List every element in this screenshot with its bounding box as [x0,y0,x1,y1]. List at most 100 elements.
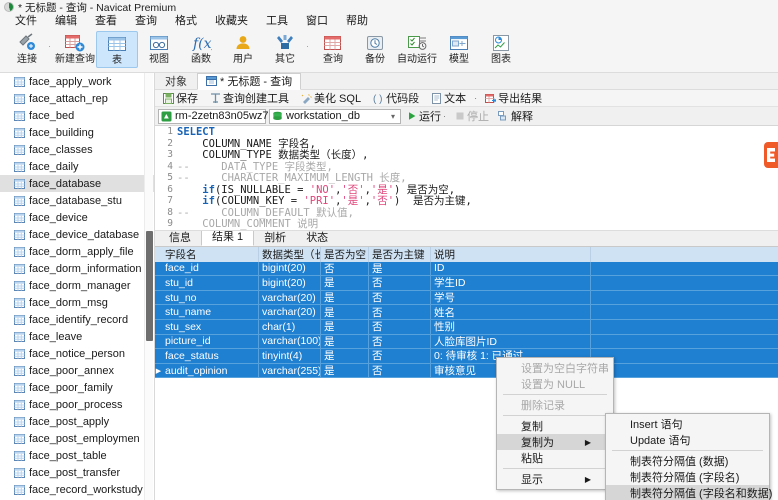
menu-item-1[interactable]: 编辑 [46,14,86,29]
toolbar-button-视图[interactable]: 视图 [138,31,180,66]
tree-item-face_leave[interactable]: face_leave [0,328,154,345]
connection-select[interactable]: rm-2zetn83n05wz7i ▾ [158,108,281,124]
feedback-tab-icon[interactable] [764,142,778,168]
grid-cell[interactable]: 是 [321,305,369,319]
query-toolbar-查询创建工具[interactable]: 查询创建工具 [206,90,293,106]
result-tab-结果 1[interactable]: 结果 1 [201,229,255,246]
result-grid[interactable]: 字段名数据类型（长.是否为空是否为主键说明 face_idbigint(20)否… [155,247,778,379]
grid-cell[interactable]: face_id [162,261,259,276]
query-toolbar-美化 SQL[interactable]: 美化 SQL [297,90,365,106]
grid-cell[interactable]: bigint(20) [259,276,321,290]
grid-cell[interactable]: ID [431,261,591,276]
table-row[interactable]: stu_name varchar(20) 是否姓名 [155,305,778,320]
menu-item-8[interactable]: 帮助 [337,14,377,29]
grid-cell[interactable]: stu_name [162,305,259,319]
tree-item-face_attach_rep[interactable]: face_attach_rep [0,90,154,107]
menu-item-2[interactable]: 查看 [86,14,126,29]
database-select[interactable]: workstation_db ▾ [269,108,401,124]
toolbar-button-自动运行[interactable]: 自动运行 [396,31,438,66]
tree-item-face_daily[interactable]: face_daily [0,158,154,175]
query-toolbar-导出结果[interactable]: 导出结果 [481,90,546,106]
menu-item-7[interactable]: 窗口 [297,14,337,29]
grid-cell[interactable]: 否 [369,290,431,305]
tree-item-face_poor_annex[interactable]: face_poor_annex [0,362,154,379]
tree-item-face_dorm_msg[interactable]: face_dorm_msg [0,294,154,311]
menu-item-0[interactable]: 文件 [6,14,46,29]
grid-cell[interactable]: 学号 [431,290,591,305]
editor-line-text[interactable]: COLUMN_COMMENT 说明 [177,216,318,230]
grid-cell[interactable]: face_status [162,349,259,363]
grid-cell[interactable]: stu_id [162,276,259,290]
table-row[interactable]: face_status tinyint(4) 是否 0: 待审核 1: 已通过 [155,349,778,364]
grid-column-header[interactable]: 说明 [431,247,591,262]
tree-item-face_apply_work[interactable]: face_apply_work [0,73,154,90]
toolbar-button-其它[interactable]: 其它 [264,31,306,66]
query-toolbar-保存[interactable]: 保存 [159,90,202,106]
result-tab-状态[interactable]: 状态 [296,231,338,246]
toolbar-button-函数[interactable]: f(x) 函数 [180,31,222,66]
grid-cell[interactable]: 否 [369,305,431,319]
grid-cell[interactable]: 否 [369,319,431,334]
query-toolbar-文本[interactable]: 文本 [427,90,470,106]
grid-cell[interactable]: 否 [369,276,431,290]
tree-item-face_bed[interactable]: face_bed [0,107,154,124]
tree-item-face_notice_person[interactable]: face_notice_person [0,345,154,362]
grid-cell[interactable]: 学生ID [431,276,591,290]
tree-item-face_building[interactable]: face_building [0,124,154,141]
grid-cell[interactable]: 人脸库图片ID [431,334,591,349]
grid-cell[interactable]: 是 [321,363,369,378]
grid-cell[interactable]: varchar(255) [259,363,321,378]
tree-item-face_dorm_apply_file[interactable]: face_dorm_apply_file [0,243,154,260]
grid-column-header[interactable]: 字段名 [162,247,259,262]
grid-cell[interactable]: char(1) [259,319,321,334]
grid-cell[interactable]: 是 [321,319,369,334]
tree-item-face_database_stu[interactable]: face_database_stu [0,192,154,209]
table-row[interactable]: ▶ audit_opinion varchar(255) 是否审核意见 [155,363,778,379]
sidebar-scrollbar-thumb[interactable] [146,231,153,341]
query-tab[interactable]: * 无标题 - 查询 [197,73,302,90]
grid-cell[interactable]: 否 [369,349,431,363]
tree-item-face_device[interactable]: face_device [0,209,154,226]
sidebar-scrollbar[interactable] [144,73,153,500]
context-menu-item-9[interactable]: 显示 ▶ [497,471,613,487]
table-row[interactable]: stu_no varchar(20) 是否学号 [155,290,778,306]
explain-button[interactable]: 解释 [495,108,536,124]
sql-editor[interactable]: 1 SELECT 2 COLUMN_NAME 字段名, 3 COLUMN_TYPE 数… [155,126,778,231]
result-tab-剖析[interactable]: 剖析 [254,231,296,246]
grid-cell[interactable]: 否 [369,363,431,378]
grid-cell[interactable]: 是 [369,261,431,276]
menu-item-5[interactable]: 收藏夹 [206,14,257,29]
result-tab-信息[interactable]: 信息 [159,231,201,246]
context-menu-item-1[interactable]: Update 语句 [606,432,769,448]
toolbar-button-用户[interactable]: 用户 [222,31,264,66]
grid-body[interactable]: face_id bigint(20) 否是 ID stu_id bigint(20) 是否学… [155,261,778,379]
toolbar-button-查询[interactable]: 查询 [312,31,354,66]
context-menu-item-6[interactable]: 复制为 ▶ [497,434,613,450]
context-menu-item-5[interactable]: 复制 [497,418,613,434]
grid-cell[interactable]: audit_opinion [162,363,259,378]
menu-item-4[interactable]: 格式 [166,14,206,29]
tree-item-face_post_employmen[interactable]: face_post_employmen [0,430,154,447]
tree-item-face_poor_family[interactable]: face_poor_family [0,379,154,396]
context-menu-item-4[interactable]: 制表符分隔值 (字段名) [606,469,769,485]
text-dropdown-dot[interactable]: · [474,93,477,103]
grid-cell[interactable]: bigint(20) [259,261,321,276]
grid-cell[interactable]: varchar(100) [259,334,321,349]
grid-cell[interactable]: varchar(20) [259,290,321,305]
tree-item-face_poor_process[interactable]: face_poor_process [0,396,154,413]
grid-cell[interactable]: 否 [369,334,431,349]
run-button[interactable]: 运行 · [404,108,449,124]
grid-cell[interactable]: picture_id [162,334,259,349]
tree-item-face_post_apply[interactable]: face_post_apply [0,413,154,430]
menu-item-3[interactable]: 查询 [126,14,166,29]
grid-column-header[interactable]: 是否为空 [321,247,369,262]
tree-item-face_dorm_manager[interactable]: face_dorm_manager [0,277,154,294]
tree-item-face_device_database[interactable]: face_device_database [0,226,154,243]
tree-item-face_classes[interactable]: face_classes [0,141,154,158]
toolbar-button-表[interactable]: 表 [96,31,138,68]
run-dropdown-icon[interactable]: · [443,111,446,121]
context-menu-item-3[interactable]: 制表符分隔值 (数据) [606,453,769,469]
grid-cell[interactable]: tinyint(4) [259,349,321,363]
tree-item-face_dorm_information[interactable]: face_dorm_information [0,260,154,277]
toolbar-button-连接[interactable]: 连接 [6,31,48,66]
